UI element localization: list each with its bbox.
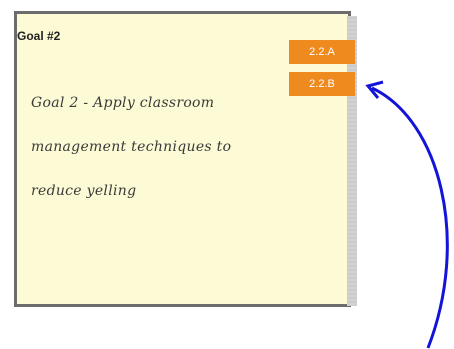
arrow-shaft	[371, 86, 449, 349]
curved-arrow-icon	[365, 80, 449, 349]
